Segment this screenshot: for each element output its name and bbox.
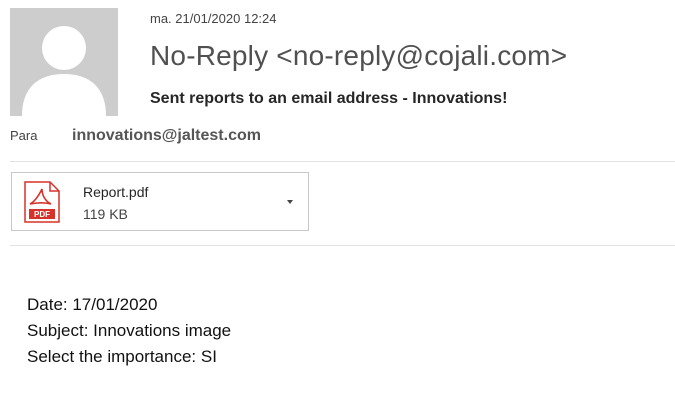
attachment-size: 119 KB [83, 206, 128, 222]
attachment-card[interactable]: PDF Report.pdf 119 KB [11, 172, 309, 231]
body-line-date: Date: 17/01/2020 [27, 295, 158, 314]
pdf-icon: PDF [24, 181, 60, 223]
sender-avatar [10, 8, 118, 116]
message-timestamp: ma. 21/01/2020 12:24 [150, 11, 277, 26]
attachment-divider [10, 245, 675, 246]
header-divider [10, 161, 675, 162]
person-silhouette-icon [10, 8, 118, 116]
to-label: Para [10, 128, 38, 143]
message-body: Date: 17/01/2020 Subject: Innovations im… [27, 292, 231, 370]
chevron-down-icon[interactable] [284, 197, 296, 207]
pdf-icon-label: PDF [34, 210, 50, 219]
body-line-subject: Subject: Innovations image [27, 321, 232, 340]
attachment-name: Report.pdf [83, 184, 149, 200]
body-line-importance: Select the importance: SI [27, 347, 217, 366]
recipient-address[interactable]: innovations@jaltest.com [72, 127, 261, 145]
message-subject: Sent reports to an email address - Innov… [150, 90, 508, 107]
sender-name[interactable]: No-Reply <no-reply@cojali.com> [150, 40, 567, 72]
